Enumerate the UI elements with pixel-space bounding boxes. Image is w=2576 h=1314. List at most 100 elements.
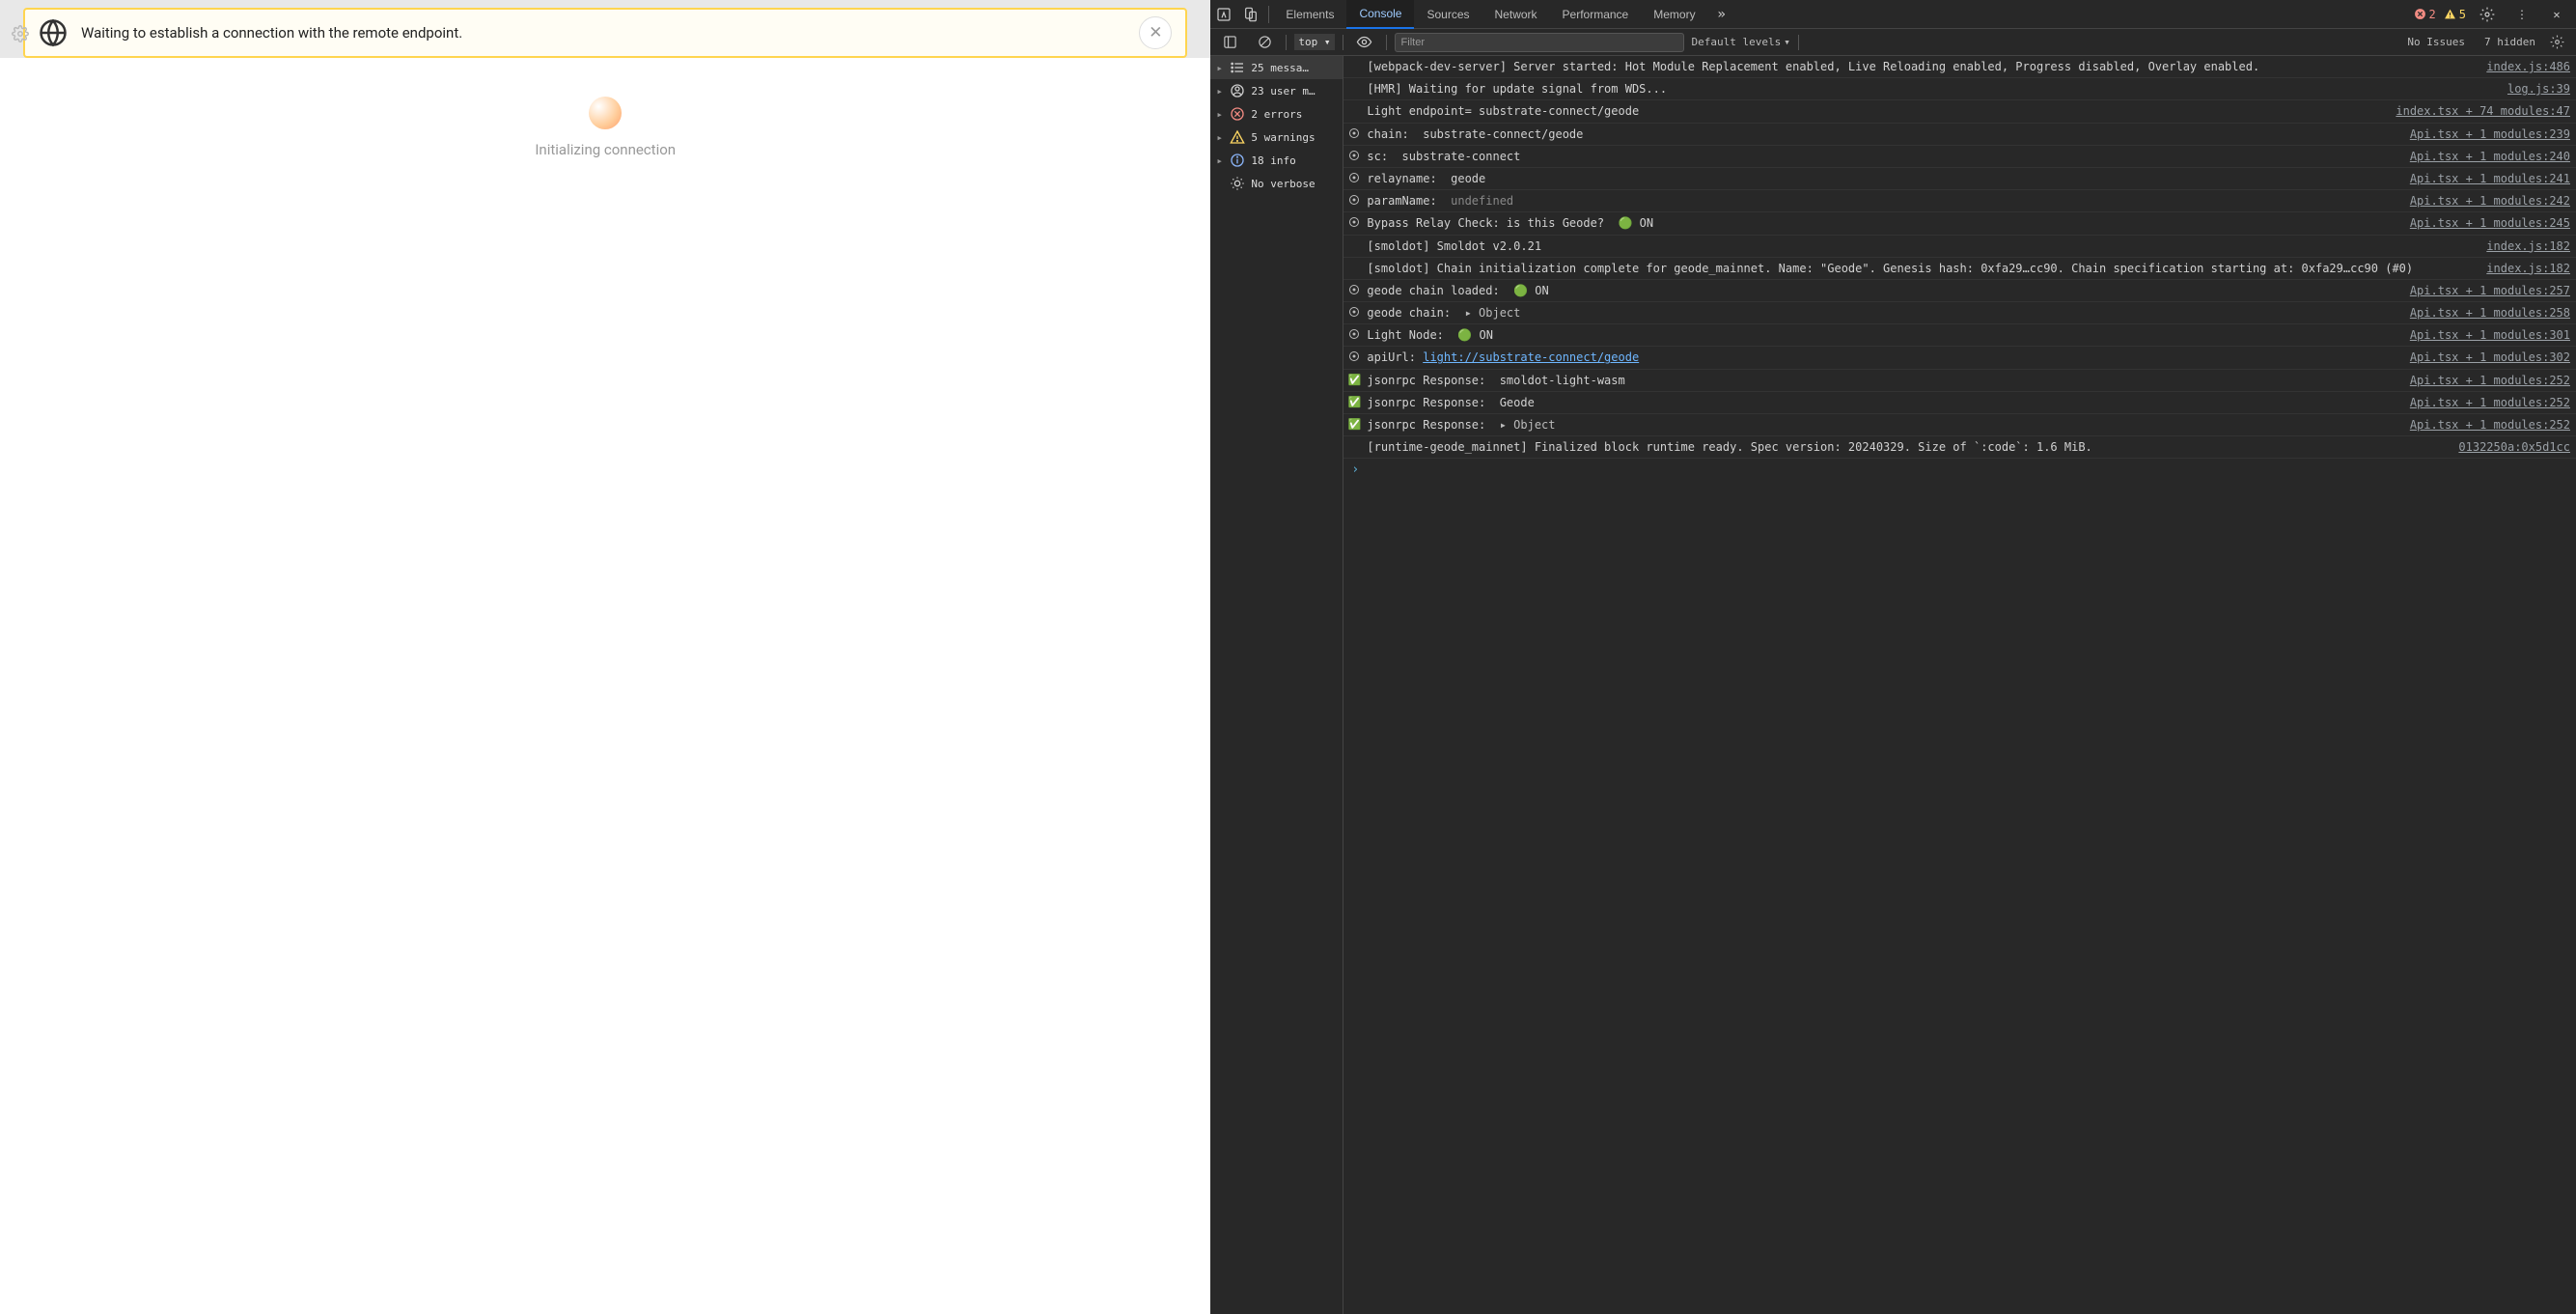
sidebar-filter-user[interactable]: ▸23 user m… — [1210, 79, 1343, 102]
log-message: jsonrpc Response: smoldot-light-wasm — [1367, 373, 2403, 388]
tab-network[interactable]: Network — [1482, 0, 1550, 29]
hidden-count-label[interactable]: 7 hidden — [2484, 36, 2535, 48]
console-toolbar: top ▾ Default levels ▾ No Issues 7 hidde… — [1210, 29, 2576, 56]
sidebar-filter-label: 23 user m… — [1251, 85, 1315, 98]
log-row[interactable]: Bypass Relay Check: is this Geode? 🟢 ONA… — [1343, 212, 2576, 235]
log-source-link[interactable]: index.js:182 — [2486, 238, 2570, 254]
log-row[interactable]: geode chain loaded: 🟢 ON Api.tsx + 1 modu… — [1343, 280, 2576, 302]
log-row[interactable]: [smoldot] Chain initialization complete … — [1343, 258, 2576, 280]
console-settings-icon[interactable] — [2543, 29, 2570, 56]
log-message: sc: substrate-connect — [1367, 149, 2403, 164]
clear-console-icon[interactable] — [1251, 29, 1278, 56]
log-source-link[interactable]: Api.tsx + 1 modules:301 — [2410, 327, 2570, 343]
error-count-badge[interactable]: 2 — [2414, 8, 2436, 21]
log-row[interactable]: ✅jsonrpc Response: smoldot-light-wasmApi… — [1343, 370, 2576, 392]
log-level-icon — [1347, 349, 1361, 362]
tab-memory[interactable]: Memory — [1641, 0, 1707, 29]
gear-bg-icon — [12, 25, 29, 42]
log-message: [runtime-geode_mainnet] Finalized block … — [1367, 439, 2452, 455]
sidebar-filter-label: 5 warnings — [1251, 131, 1315, 144]
settings-icon[interactable] — [2474, 1, 2501, 28]
log-message: [HMR] Waiting for update signal from WDS… — [1367, 81, 2502, 97]
tab-console[interactable]: Console — [1346, 0, 1414, 29]
chevron-right-icon: ▸ — [1216, 131, 1224, 144]
context-selector[interactable]: top ▾ — [1294, 34, 1334, 50]
log-source-link[interactable]: Api.tsx + 1 modules:252 — [2410, 395, 2570, 410]
tab-elements[interactable]: Elements — [1273, 0, 1346, 29]
sidebar-filter-label: 25 messa… — [1251, 62, 1309, 74]
log-source-link[interactable]: Api.tsx + 1 modules:258 — [2410, 305, 2570, 321]
close-devtools-icon[interactable]: ✕ — [2543, 1, 2570, 28]
close-notice-button[interactable]: ✕ — [1139, 16, 1172, 49]
inspect-icon[interactable] — [1210, 1, 1237, 28]
kebab-icon[interactable]: ⋮ — [2508, 1, 2535, 28]
console-prompt[interactable]: › — [1343, 459, 2576, 481]
log-row[interactable]: relayname: geode Api.tsx + 1 modules:241 — [1343, 168, 2576, 190]
user-icon — [1230, 83, 1245, 98]
log-source-link[interactable]: Api.tsx + 1 modules:240 — [2410, 149, 2570, 164]
tab-performance[interactable]: Performance — [1550, 0, 1642, 29]
sidebar-filter-warn[interactable]: ▸ 5 warnings — [1210, 126, 1343, 149]
device-toggle-icon[interactable] — [1237, 1, 1264, 28]
log-row[interactable]: ✅jsonrpc Response: ▸ ObjectApi.tsx + 1 m… — [1343, 414, 2576, 436]
log-source-link[interactable]: index.js:486 — [2486, 59, 2570, 74]
log-message: [smoldot] Chain initialization complete … — [1367, 261, 2480, 276]
tab-sources[interactable]: Sources — [1414, 0, 1482, 29]
live-expression-icon[interactable] — [1351, 29, 1378, 56]
log-row[interactable]: [webpack-dev-server] Server started: Hot… — [1343, 56, 2576, 78]
log-source-link[interactable]: log.js:39 — [2507, 81, 2570, 97]
log-row[interactable]: Light endpoint= substrate-connect/geodei… — [1343, 100, 2576, 123]
sidebar-filter-verbose[interactable]: No verbose — [1210, 172, 1343, 195]
sidebar-filter-label: No verbose — [1251, 178, 1315, 190]
sidebar-filter-label: 18 info — [1251, 154, 1295, 167]
log-source-link[interactable]: Api.tsx + 1 modules:252 — [2410, 417, 2570, 433]
log-source-link[interactable]: Api.tsx + 1 modules:245 — [2410, 215, 2570, 231]
log-row[interactable]: ✅jsonrpc Response: GeodeApi.tsx + 1 modu… — [1343, 392, 2576, 414]
log-level-icon — [1347, 81, 1361, 82]
log-message: relayname: geode — [1367, 171, 2403, 186]
log-level-icon: ✅ — [1347, 417, 1361, 433]
log-source-link[interactable]: Api.tsx + 1 modules:241 — [2410, 171, 2570, 186]
warn-count-badge[interactable]: 5 — [2444, 8, 2466, 21]
chevron-right-icon: ▸ — [1216, 108, 1224, 121]
log-source-link[interactable]: index.tsx + 74 modules:47 — [2396, 103, 2570, 119]
issues-label[interactable]: No Issues — [2407, 36, 2465, 48]
log-row[interactable]: Light Node: 🟢 ON Api.tsx + 1 modules:301 — [1343, 324, 2576, 347]
log-row[interactable]: geode chain: ▸ Object Api.tsx + 1 modules… — [1343, 302, 2576, 324]
log-row[interactable]: chain: substrate-connect/geodeApi.tsx + … — [1343, 124, 2576, 146]
log-row[interactable]: apiUrl: light://substrate-connect/geodeA… — [1343, 347, 2576, 369]
log-source-link[interactable]: Api.tsx + 1 modules:239 — [2410, 126, 2570, 142]
log-level-icon — [1347, 126, 1361, 139]
sidebar-filter-info[interactable]: ▸ 18 info — [1210, 149, 1343, 172]
notice-text: Waiting to establish a connection with t… — [81, 24, 1125, 42]
log-level-icon — [1347, 215, 1361, 228]
log-row[interactable]: [HMR] Waiting for update signal from WDS… — [1343, 78, 2576, 100]
filter-input[interactable] — [1395, 33, 1684, 52]
log-message: Light Node: 🟢 ON — [1367, 327, 2403, 343]
toggle-sidebar-icon[interactable] — [1216, 29, 1243, 56]
log-row[interactable]: [smoldot] Smoldot v2.0.21 index.js:182 — [1343, 236, 2576, 258]
sidebar-filter-error[interactable]: ▸2 errors — [1210, 102, 1343, 126]
log-source-link[interactable]: Api.tsx + 1 modules:252 — [2410, 373, 2570, 388]
info-icon — [1230, 153, 1245, 168]
log-row[interactable]: [runtime-geode_mainnet] Finalized block … — [1343, 436, 2576, 459]
log-level-icon — [1347, 261, 1361, 262]
more-tabs-icon[interactable]: » — [1708, 1, 1735, 28]
log-message: [smoldot] Smoldot v2.0.21 — [1367, 238, 2480, 254]
log-source-link[interactable]: Api.tsx + 1 modules:302 — [2410, 349, 2570, 365]
console-sidebar: ▸25 messa…▸23 user m…▸2 errors▸5 warning… — [1210, 56, 1343, 1314]
globe-icon — [39, 18, 68, 47]
log-message: geode chain loaded: 🟢 ON — [1367, 283, 2403, 298]
log-row[interactable]: paramName: undefinedApi.tsx + 1 modules:… — [1343, 190, 2576, 212]
log-levels-selector[interactable]: Default levels ▾ — [1692, 36, 1790, 48]
init-status-text: Initializing connection — [535, 141, 676, 158]
log-source-link[interactable]: index.js:182 — [2486, 261, 2570, 276]
log-message: geode chain: ▸ Object — [1367, 305, 2403, 321]
log-source-link[interactable]: Api.tsx + 1 modules:257 — [2410, 283, 2570, 298]
log-source-link[interactable]: Api.tsx + 1 modules:242 — [2410, 193, 2570, 209]
log-source-link[interactable]: 0132250a:0x5d1cc — [2458, 439, 2570, 455]
console-log-pane[interactable]: [webpack-dev-server] Server started: Hot… — [1343, 56, 2576, 1314]
log-row[interactable]: sc: substrate-connect Api.tsx + 1 modules… — [1343, 146, 2576, 168]
chevron-right-icon: ▸ — [1216, 154, 1224, 167]
sidebar-filter-list[interactable]: ▸25 messa… — [1210, 56, 1343, 79]
